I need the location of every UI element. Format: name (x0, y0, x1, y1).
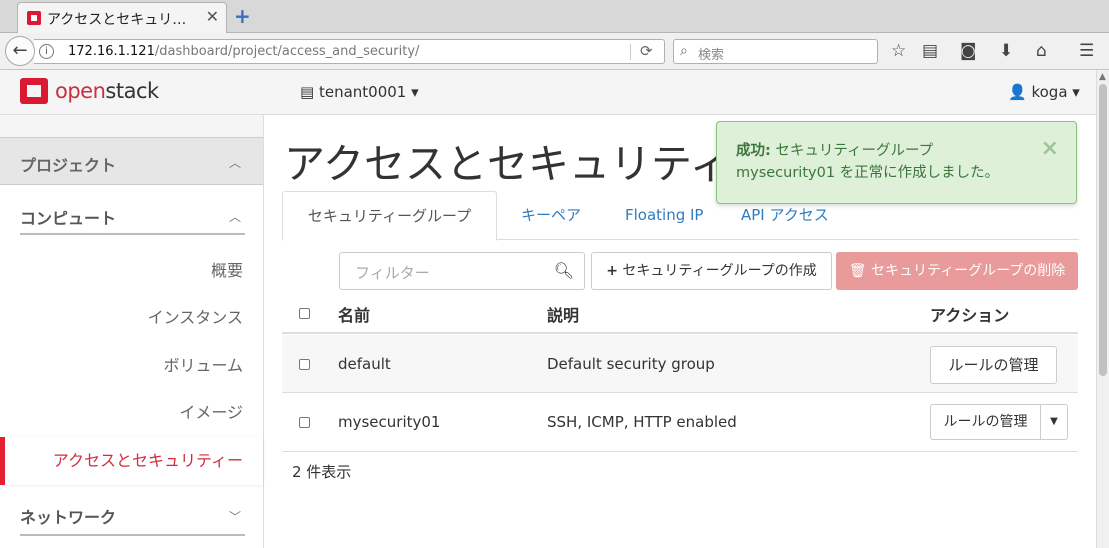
browser-search-placeholder: 検索 (698, 48, 725, 63)
tenant-name: tenant0001 (318, 83, 407, 101)
reload-icon[interactable]: ⟳ (640, 42, 653, 60)
row-description: SSH, ICMP, HTTP enabled (547, 413, 737, 431)
download-icon[interactable]: ⬇ (999, 41, 1013, 61)
row-actions-dropdown[interactable]: ▼ (1040, 404, 1068, 440)
tab-security-groups[interactable]: セキュリティーグループ (282, 191, 497, 241)
horizon-header: openstack ▤ tenant0001 ▾ 👤 koga ▾ (0, 70, 1096, 115)
user-dropdown[interactable]: 👤 koga ▾ (1008, 83, 1080, 101)
tab-floating-ip[interactable]: Floating IP (625, 191, 703, 240)
row-checkbox[interactable] (299, 417, 310, 428)
caret-down-icon: ▼ (1050, 416, 1058, 427)
create-security-group-button[interactable]: + セキュリティーグループの作成 (591, 252, 832, 290)
site-info-icon[interactable]: i (39, 44, 54, 59)
filter-input[interactable]: フィルター 🔍︎ (339, 252, 585, 290)
page-scrollbar[interactable]: ▲ (1096, 70, 1109, 548)
pocket-icon[interactable]: ◙ (960, 41, 977, 61)
plus-icon: + (606, 263, 618, 279)
tab-keypairs[interactable]: キーペア (521, 191, 581, 240)
home-icon[interactable]: ⌂ (1036, 41, 1047, 61)
reader-view-icon[interactable]: ▤ (922, 41, 938, 61)
table-header: 名前 説明 アクション (282, 293, 1078, 334)
sidebar-section-project[interactable]: プロジェクト ︿ (0, 137, 263, 185)
success-alert: 成功: セキュリティーグループ mysecurity01 を正常に作成しました。… (716, 121, 1077, 204)
row-description: Default security group (547, 355, 715, 373)
sidebar-project-label: プロジェクト (20, 156, 117, 175)
url-text: 172.16.1.121/dashboard/project/access_an… (68, 44, 420, 59)
select-all-checkbox[interactable] (299, 308, 310, 319)
create-security-group-label: セキュリティーグループの作成 (622, 263, 817, 279)
new-tab-icon[interactable]: + (234, 4, 251, 28)
manage-rules-button[interactable]: ルールの管理 (930, 346, 1057, 384)
filter-placeholder: フィルター (355, 264, 430, 282)
sidebar-compute-label: コンピュート (20, 209, 117, 228)
openstack-logo-text: openstack (55, 79, 159, 103)
tenant-icon: ▤ (300, 83, 315, 101)
browser-tab[interactable]: アクセスとセキュリ… ✕ (17, 2, 227, 33)
sidebar-item-instances[interactable]: インスタンス (0, 294, 263, 342)
chevron-up-icon: ︿ (229, 210, 242, 224)
search-icon: ⌕ (680, 43, 688, 59)
scrollbar-thumb[interactable] (1099, 84, 1107, 376)
sidebar-network-label: ネットワーク (20, 508, 117, 527)
url-bar[interactable]: i 172.16.1.121/dashboard/project/access_… (34, 39, 665, 64)
page-title: アクセスとセキュリティ (284, 140, 731, 188)
alert-message: 成功: セキュリティーグループ mysecurity01 を正常に作成しました。 (736, 140, 1036, 184)
alert-title: 成功: (736, 143, 771, 159)
trash-icon: 🗑 (848, 263, 867, 279)
caret-down-icon: ▾ (411, 83, 419, 101)
row-name[interactable]: mysecurity01 (338, 413, 440, 431)
sidebar-item-access-security[interactable]: アクセスとセキュリティー (0, 437, 263, 485)
delete-security-group-label: セキュリティーグループの削除 (870, 263, 1066, 279)
menu-icon[interactable]: ☰ (1079, 41, 1094, 61)
bookmark-star-icon[interactable]: ☆ (891, 41, 906, 61)
sidebar-item-images[interactable]: イメージ (0, 389, 263, 437)
user-name: koga (1031, 83, 1068, 101)
back-button[interactable]: ← (5, 36, 35, 66)
sidebar-spacer (0, 115, 263, 137)
item-count: 2 件表示 (292, 463, 352, 481)
openstack-logo-icon (20, 78, 48, 104)
sidebar: プロジェクト ︿ コンピュート ︿ 概要 インスタンス ボリューム イメージ ア… (0, 115, 264, 548)
sidebar-item-volumes[interactable]: ボリューム (0, 342, 263, 390)
chevron-down-icon: ﹀ (229, 510, 242, 524)
browser-navbar: i 172.16.1.121/dashboard/project/access_… (0, 33, 1109, 70)
caret-down-icon: ▾ (1072, 83, 1080, 101)
openstack-favicon-icon (27, 11, 41, 25)
scroll-up-icon[interactable]: ▲ (1099, 72, 1106, 82)
url-separator (630, 44, 631, 60)
search-icon[interactable]: 🔍︎ (554, 261, 574, 280)
table-row: default Default security group ルールの管理 (282, 335, 1078, 393)
browser-tab-title: アクセスとセキュリ… (47, 12, 187, 28)
sidebar-item-overview[interactable]: 概要 (0, 247, 263, 295)
tab-close-icon[interactable]: ✕ (206, 7, 219, 26)
delete-security-group-button[interactable]: 🗑 セキュリティーグループの削除 (836, 252, 1078, 290)
sidebar-section-network[interactable]: ネットワーク ﹀ (20, 500, 245, 536)
browser-tab-strip: アクセスとセキュリ… ✕ + (0, 0, 1109, 33)
close-icon[interactable]: × (1041, 136, 1059, 161)
row-name[interactable]: default (338, 355, 391, 373)
sidebar-section-compute[interactable]: コンピュート ︿ (20, 199, 245, 235)
user-icon: 👤 (1008, 83, 1027, 101)
column-header-name[interactable]: 名前 (338, 302, 370, 326)
column-header-actions: アクション (930, 306, 1010, 325)
column-header-description[interactable]: 説明 (547, 302, 579, 326)
alert-body: セキュリティーグループ mysecurity01 を正常に作成しました。 (736, 143, 1000, 181)
chevron-up-icon: ︿ (229, 156, 242, 170)
tenant-dropdown[interactable]: ▤ tenant0001 ▾ (300, 83, 419, 101)
row-checkbox[interactable] (299, 359, 310, 370)
manage-rules-button[interactable]: ルールの管理 (930, 404, 1041, 440)
browser-search-bar[interactable]: ⌕ 検索 (673, 39, 878, 64)
table-row: mysecurity01 SSH, ICMP, HTTP enabled ルール… (282, 394, 1078, 452)
